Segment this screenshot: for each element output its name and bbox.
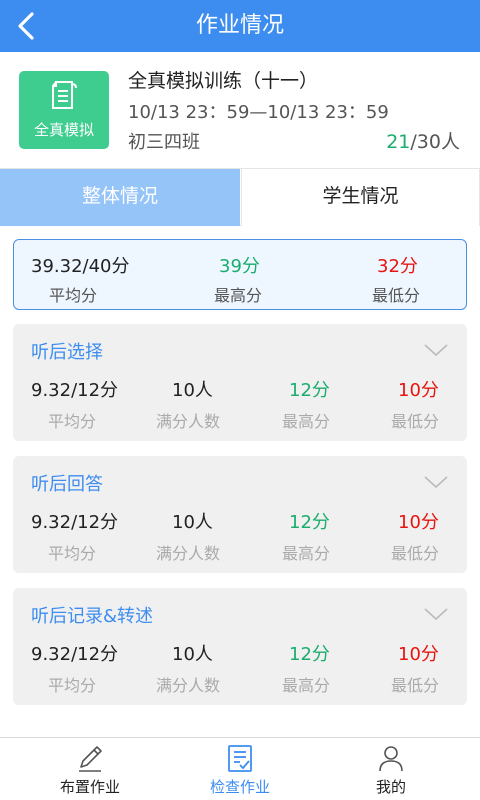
chevron-down-icon[interactable] [423, 606, 449, 622]
section-full-count-value: 10人 [172, 380, 213, 401]
chevron-down-icon[interactable] [423, 342, 449, 358]
assignment-name: 全真模拟训练（十一） [128, 70, 319, 92]
section-title: 听后回答 [31, 474, 103, 495]
nav-assign-homework[interactable]: 布置作业 [30, 738, 150, 800]
section-card[interactable]: 听后记录&转述 9.32/12分 10人 12分 10分 平均分 满分人数 最高… [13, 588, 467, 705]
nav-label: 我的 [375, 778, 406, 796]
section-highest-label: 最高分 [282, 412, 331, 431]
overall-summary: 39.32/40分 平均分 39分 最高分 32分 最低分 [13, 239, 467, 310]
user-icon [379, 746, 403, 772]
section-full-count-label: 满分人数 [156, 544, 221, 563]
section-lowest-value: 10分 [398, 380, 439, 401]
section-highest-label: 最高分 [282, 676, 331, 695]
tab-students[interactable]: 学生情况 [241, 169, 480, 226]
total-count: /30人 [410, 131, 460, 153]
section-average-label: 平均分 [48, 412, 97, 431]
section-title: 听后记录&转述 [31, 606, 154, 627]
section-highest-value: 12分 [289, 512, 330, 533]
assignment-info: 全真模拟 全真模拟训练（十一） 10/13 23：59—10/13 23：59 … [0, 52, 480, 168]
submission-count: 21/30人 [386, 127, 460, 154]
section-card[interactable]: 听后回答 9.32/12分 10人 12分 10分 平均分 满分人数 最高分 最… [13, 456, 467, 573]
page-title: 作业情况 [195, 13, 284, 38]
nav-check-homework[interactable]: 检查作业 [180, 738, 300, 800]
section-lowest-label: 最低分 [391, 544, 440, 563]
badge-label: 全真模拟 [33, 121, 94, 139]
chevron-down-icon[interactable] [423, 474, 449, 490]
overall-lowest-label: 最低分 [372, 286, 421, 305]
nav-label: 检查作业 [209, 778, 270, 796]
section-highest-value: 12分 [289, 644, 330, 665]
section-full-count-label: 满分人数 [156, 412, 221, 431]
section-lowest-label: 最低分 [391, 676, 440, 695]
assignment-type-badge: 全真模拟 [19, 71, 109, 149]
section-highest-label: 最高分 [282, 544, 331, 563]
checklist-icon [228, 745, 252, 772]
nav-profile[interactable]: 我的 [331, 738, 451, 800]
section-full-count-label: 满分人数 [156, 676, 221, 695]
section-lowest-value: 10分 [398, 512, 439, 533]
class-name: 初三四班 [128, 132, 200, 153]
section-average-value: 9.32/12分 [31, 512, 119, 533]
section-average-value: 9.32/12分 [31, 380, 119, 401]
overall-average-label: 平均分 [49, 286, 98, 305]
overall-average-value: 39.32/40分 [31, 256, 130, 277]
section-title: 听后选择 [31, 342, 103, 363]
bottom-navigation: 布置作业 检查作业 我的 [0, 737, 480, 800]
overall-highest-label: 最高分 [214, 286, 263, 305]
section-average-value: 9.32/12分 [31, 644, 119, 665]
document-icon [52, 81, 77, 109]
app-header: 作业情况 [0, 0, 480, 52]
section-average-label: 平均分 [48, 676, 97, 695]
nav-label: 布置作业 [59, 778, 120, 796]
view-tabs: 整体情况 学生情况 [0, 168, 480, 226]
submitted-count: 21 [386, 131, 411, 153]
overall-lowest-value: 32分 [377, 256, 418, 277]
section-highest-value: 12分 [289, 380, 330, 401]
section-lowest-label: 最低分 [391, 412, 440, 431]
assignment-time: 10/13 23：59—10/13 23：59 [128, 102, 389, 123]
pencil-icon [79, 746, 102, 772]
section-lowest-value: 10分 [398, 644, 439, 665]
section-average-label: 平均分 [48, 544, 97, 563]
overall-highest-value: 39分 [219, 256, 260, 277]
section-card[interactable]: 听后选择 9.32/12分 10人 12分 10分 平均分 满分人数 最高分 最… [13, 324, 467, 441]
section-full-count-value: 10人 [172, 512, 213, 533]
section-full-count-value: 10人 [172, 644, 213, 665]
tab-overall[interactable]: 整体情况 [0, 169, 240, 226]
